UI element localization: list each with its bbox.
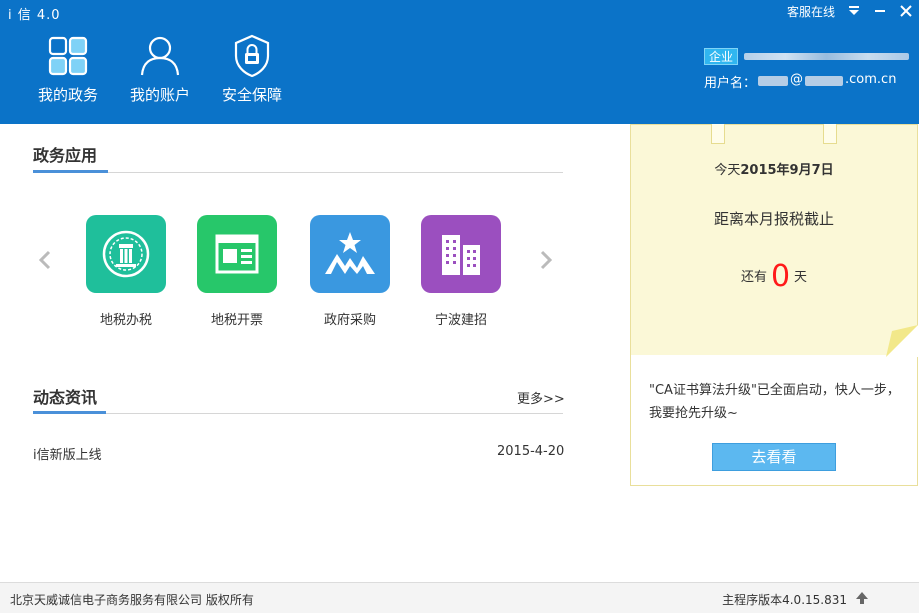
note-date: 今天2015年9月7日 — [631, 159, 917, 178]
note-remaining-prefix: 还有 — [740, 270, 767, 285]
note-remaining: 还有 0 天 — [631, 259, 917, 294]
email-at: @ — [790, 72, 804, 87]
service-status[interactable]: 客服在线 — [787, 3, 835, 20]
nav-my-account[interactable]: 我的账户 — [114, 34, 206, 105]
note-clip-right — [823, 124, 837, 144]
carousel-prev-icon[interactable] — [36, 250, 56, 270]
star-mountain-icon — [325, 232, 375, 274]
note-remaining-suffix: 天 — [794, 270, 808, 285]
window-controls: 客服在线 — [787, 0, 919, 22]
carousel-next-icon[interactable] — [535, 250, 555, 270]
enterprise-badge: 企业 — [704, 47, 739, 65]
nav-label: 我的账户 — [129, 86, 190, 104]
news-divider — [33, 413, 563, 414]
note-remaining-days: 0 — [770, 259, 791, 294]
nav-my-affairs[interactable]: 我的政务 — [22, 34, 114, 105]
company-name-redacted — [744, 49, 909, 63]
go-see-button[interactable]: 去看看 — [712, 443, 836, 471]
footer: 北京天威诚信电子商务服务有限公司 版权所有 主程序版本4.0.15.831 — [0, 582, 919, 613]
note-date-prefix: 今天 — [714, 163, 741, 178]
email-domain-redacted — [805, 76, 844, 86]
note-clip-left — [711, 124, 725, 144]
note-deadline-text: 距离本月报税截止 — [713, 210, 834, 228]
news-title: 动态资讯 — [33, 388, 98, 407]
news-item-title[interactable]: i信新版上线 — [33, 444, 102, 463]
gov-apps-divider — [33, 172, 563, 173]
user-info: 企业 用户名： @ .com.cn — [704, 47, 909, 91]
minimize-icon[interactable] — [867, 0, 893, 22]
app-tile-construction[interactable] — [421, 215, 501, 293]
page-fold-icon — [886, 325, 918, 357]
app-label-local-tax[interactable]: 地税办税 — [71, 309, 181, 328]
shield-lock-icon — [229, 34, 275, 78]
invoice-icon — [215, 234, 259, 274]
buildings-icon — [442, 235, 480, 275]
gov-apps-title: 政务应用 — [33, 146, 98, 165]
username-redacted — [758, 76, 789, 86]
grid-icon — [45, 34, 91, 78]
gov-apps-underline — [33, 170, 108, 173]
header: i 信 4.0 客服在线 我的政务 我的账户 安全保障 企业 用户名： @ .c… — [0, 0, 919, 124]
app-tile-local-tax[interactable] — [86, 215, 166, 293]
app-label-procurement[interactable]: 政府采购 — [295, 309, 405, 328]
update-arrow-icon[interactable] — [855, 591, 869, 605]
username-label: 用户名： — [704, 76, 757, 91]
note-notice: "CA证书算法升级"已全面启动，快人一步，我要抢先升级~ — [649, 383, 900, 421]
app-label-invoice[interactable]: 地税开票 — [182, 309, 292, 328]
nav-security[interactable]: 安全保障 — [206, 34, 298, 105]
news-more-link[interactable]: 更多>> — [517, 388, 565, 407]
tax-emblem-icon — [102, 230, 150, 278]
note-date-value: 2015年9月7日 — [740, 163, 834, 178]
dropdown-icon[interactable] — [841, 0, 867, 22]
news-item-date: 2015-4-20 — [497, 444, 565, 459]
nav-label: 安全保障 — [221, 86, 282, 104]
app-label-construction[interactable]: 宁波建招 — [406, 309, 516, 328]
email-suffix: .com.cn — [845, 72, 897, 87]
app-tile-invoice[interactable] — [197, 215, 277, 293]
nav-label: 我的政务 — [37, 86, 98, 104]
copyright: 北京天威诚信电子商务服务有限公司 版权所有 — [10, 593, 254, 607]
news-underline — [33, 411, 106, 414]
username-row: 用户名： @ .com.cn — [704, 72, 909, 91]
close-icon[interactable] — [893, 0, 919, 22]
user-icon — [137, 34, 183, 78]
version: 主程序版本4.0.15.831 — [722, 593, 847, 607]
main-nav: 我的政务 我的账户 安全保障 — [22, 34, 298, 105]
reminder-note: 今天2015年9月7日 距离本月报税截止 还有 0 天 "CA证书算法升级"已全面启… — [630, 124, 918, 486]
app-title: i 信 4.0 — [8, 8, 61, 23]
app-tile-procurement[interactable] — [310, 215, 390, 293]
